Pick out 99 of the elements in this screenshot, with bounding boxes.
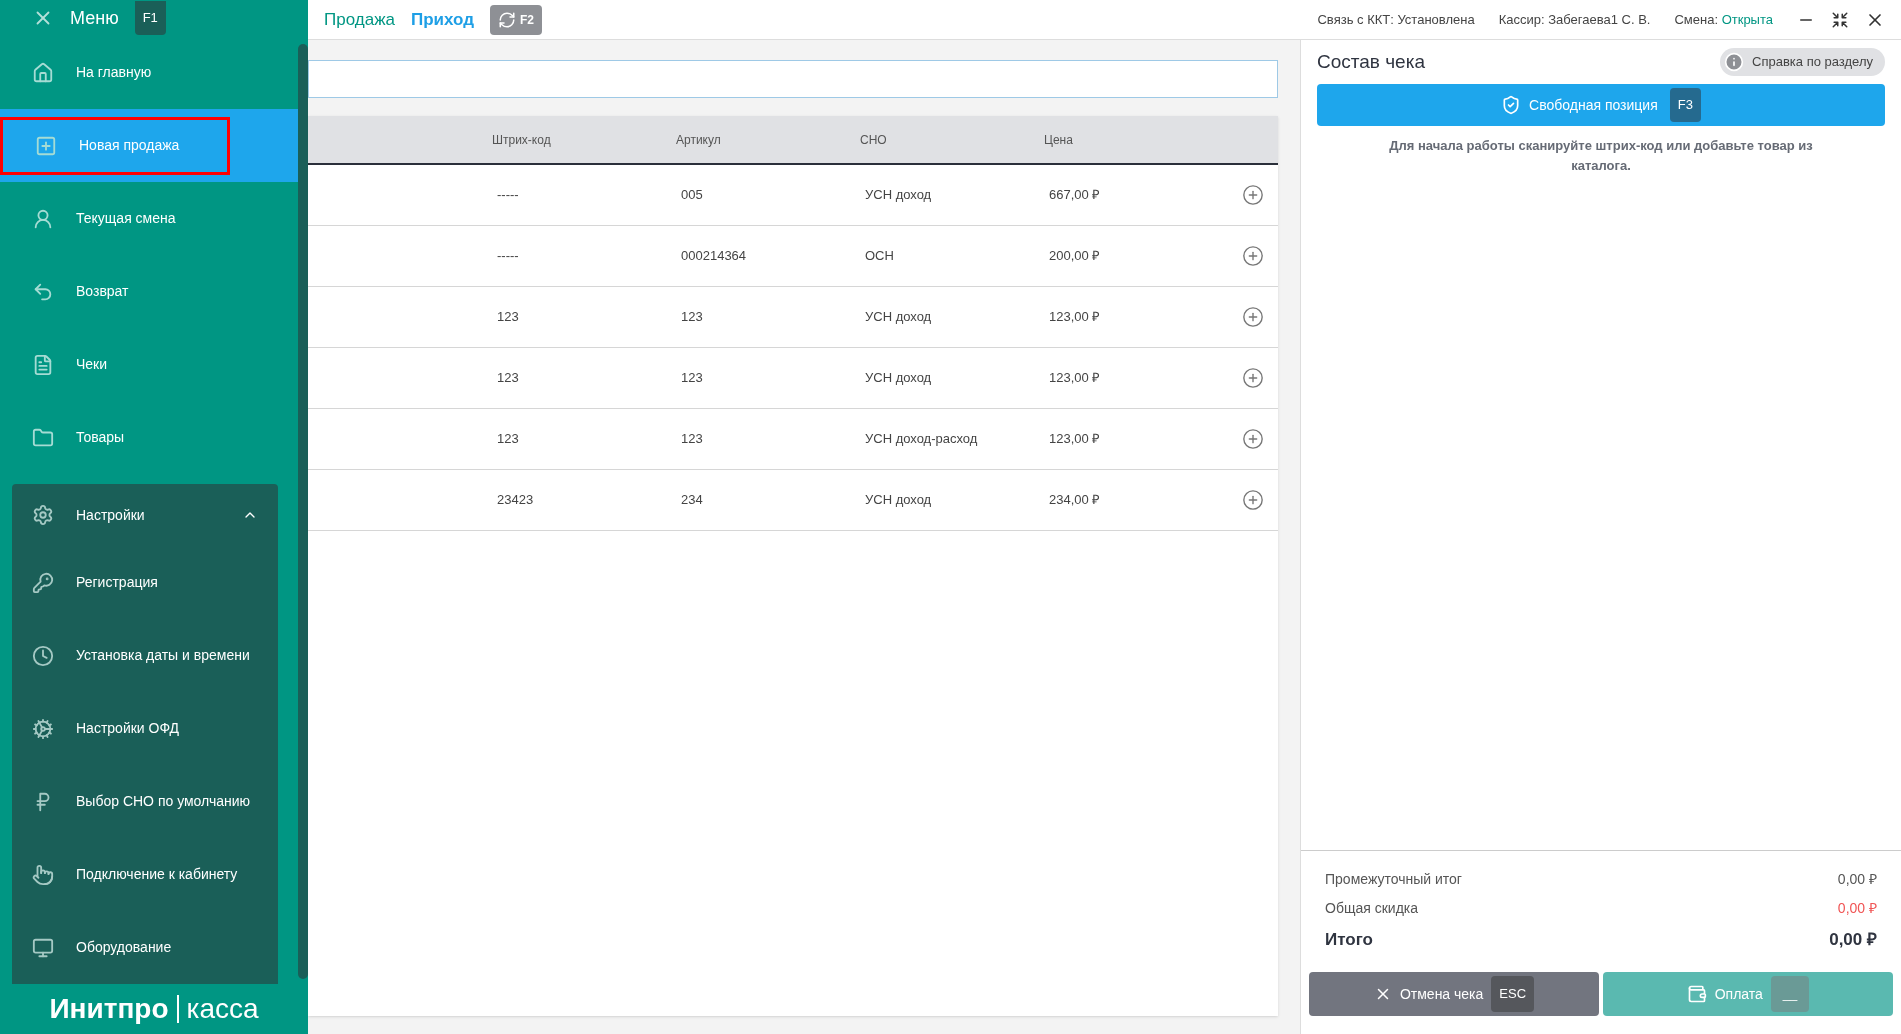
shortcut-key: ESC bbox=[1491, 976, 1535, 1012]
status-text: Связь с ККТ: Установлена bbox=[1317, 10, 1475, 29]
shortcut-key: F1 bbox=[134, 1, 166, 35]
refresh-button[interactable]: F2 bbox=[490, 4, 543, 35]
menu-item[interactable]: Оборудование bbox=[12, 911, 278, 984]
wallet-icon bbox=[1686, 984, 1707, 1004]
menu-item[interactable]: Установка даты и времени bbox=[12, 619, 278, 692]
menu-item-icon bbox=[32, 426, 54, 449]
table-cell-text: 234 bbox=[681, 491, 704, 510]
menu-item-label: Возврат bbox=[76, 282, 129, 301]
table-cell-text: 123,00 ₽ bbox=[1049, 369, 1102, 388]
menu-item-icon bbox=[32, 644, 54, 667]
menu-item[interactable]: Подключение к кабинету bbox=[12, 838, 278, 911]
shortcut-key: __ bbox=[1770, 976, 1810, 1012]
table-cell-text: 23423 bbox=[497, 491, 535, 510]
menu-item[interactable]: Выбор СНО по умолчанию bbox=[12, 765, 278, 838]
free-item-button[interactable]: Свободная позиция F3 bbox=[1317, 84, 1885, 126]
total-label: Итого bbox=[1325, 928, 1373, 951]
menu-item[interactable]: На главную bbox=[0, 36, 298, 109]
table-cell-text: 123 bbox=[497, 430, 520, 449]
column-header: СНО bbox=[860, 131, 888, 149]
column-header: Штрих-код bbox=[492, 131, 552, 149]
table-cell-text: 200,00 ₽ bbox=[1049, 247, 1102, 266]
table-cell-text: ----- bbox=[497, 247, 520, 266]
table-cell-text: УСН доход bbox=[865, 491, 933, 510]
table-cell-text: 123 bbox=[681, 430, 704, 449]
add-icon[interactable] bbox=[1242, 184, 1264, 206]
hint-text: Для начала работы сканируйте штрих-код или добавьте товар из каталога. bbox=[1388, 137, 1814, 175]
column-header: Артикул bbox=[676, 131, 722, 149]
menu-item[interactable]: Товары bbox=[0, 401, 298, 474]
table-cell-text: 123 bbox=[681, 369, 704, 388]
logo-text: касса bbox=[186, 992, 259, 1026]
help-button[interactable]: Справка по разделу bbox=[1720, 48, 1885, 76]
pay-button[interactable]: Оплата __ bbox=[1603, 972, 1893, 1016]
total-value: 0,00 ₽ bbox=[1837, 898, 1877, 918]
table-cell-text: 667,00 ₽ bbox=[1049, 186, 1102, 205]
tab[interactable]: Продажа bbox=[324, 6, 395, 33]
menu-item[interactable]: Настройки ОФД bbox=[12, 692, 278, 765]
search-field[interactable] bbox=[308, 60, 1278, 98]
cancel-button[interactable]: Отмена чека ESC bbox=[1309, 972, 1599, 1016]
table-cell-text: УСН доход bbox=[865, 186, 933, 205]
menu-item-label: Выбор СНО по умолчанию bbox=[76, 792, 251, 811]
total-label: Общая скидка bbox=[1325, 898, 1419, 918]
table-cell-text: ----- bbox=[497, 186, 520, 205]
settings-header[interactable]: Настройки bbox=[12, 484, 278, 546]
menu-item-label: Подключение к кабинету bbox=[76, 865, 238, 884]
menu-item-icon bbox=[32, 353, 54, 376]
status-text: Кассир: Забегаева1 С. В. bbox=[1498, 10, 1651, 29]
status-text: Смена: Открыта bbox=[1674, 10, 1773, 29]
panel-title: Состав чека bbox=[1317, 49, 1425, 74]
table-cell-text: УСН доход-расход bbox=[865, 430, 979, 449]
table-cell-text: 123 bbox=[497, 308, 520, 327]
menu-item[interactable]: Чеки bbox=[0, 328, 298, 401]
table-cell-text: 123 bbox=[681, 308, 704, 327]
table-cell-text: 000214364 bbox=[681, 247, 748, 266]
menu-title: Меню bbox=[70, 6, 119, 30]
shield-check-icon bbox=[1501, 95, 1522, 115]
menu-item-icon bbox=[32, 207, 54, 230]
add-icon[interactable] bbox=[1242, 428, 1264, 450]
menu-item-icon bbox=[32, 863, 54, 886]
menu-item-icon bbox=[32, 571, 54, 594]
table-cell-text: ОСН bbox=[865, 247, 895, 266]
menu-item-label: Текущая смена bbox=[76, 209, 176, 228]
table-cell-text: 234,00 ₽ bbox=[1049, 491, 1102, 510]
info-icon bbox=[1724, 52, 1745, 72]
table-cell-text: 123,00 ₽ bbox=[1049, 430, 1102, 449]
menu-item-label: Оборудование bbox=[76, 938, 172, 957]
add-icon[interactable] bbox=[1242, 489, 1264, 511]
table-cell-text: 005 bbox=[681, 186, 704, 205]
menu-item-icon bbox=[32, 61, 54, 84]
add-icon[interactable] bbox=[1242, 245, 1264, 267]
menu-item-label: На главную bbox=[76, 63, 152, 82]
table-cell-text: УСН доход bbox=[865, 369, 933, 388]
menu-item[interactable]: Регистрация bbox=[12, 546, 278, 619]
gear-icon bbox=[32, 504, 54, 526]
menu-item-label: Чеки bbox=[76, 355, 108, 374]
add-icon[interactable] bbox=[1242, 306, 1264, 328]
add-icon[interactable] bbox=[1242, 367, 1264, 389]
menu-item-label: Установка даты и времени bbox=[76, 646, 250, 665]
table-cell-text: УСН доход bbox=[865, 308, 933, 327]
column-header: Цена bbox=[1044, 131, 1074, 149]
menu-item[interactable]: Текущая смена bbox=[0, 182, 298, 255]
menu-item-label: Настройки ОФД bbox=[76, 719, 180, 738]
shortcut-key: F3 bbox=[1669, 88, 1701, 122]
refresh-icon bbox=[498, 10, 516, 29]
total-label: Промежуточный итог bbox=[1325, 869, 1462, 889]
menu-item-icon bbox=[32, 717, 54, 740]
menu-item-icon bbox=[35, 134, 57, 157]
menu-item-label: Товары bbox=[76, 428, 125, 447]
table-cell-text: 123,00 ₽ bbox=[1049, 308, 1102, 327]
menu-item-label: Регистрация bbox=[76, 573, 158, 592]
logo-text: Инитпро bbox=[49, 992, 169, 1026]
table-cell-text: 123 bbox=[497, 369, 520, 388]
menu-item-label: Новая продажа bbox=[79, 136, 180, 155]
total-value: 0,00 ₽ bbox=[1837, 869, 1877, 889]
menu-item[interactable]: Возврат bbox=[0, 255, 298, 328]
total-value: 0,00 ₽ bbox=[1829, 928, 1877, 951]
restore-icon[interactable] bbox=[1831, 10, 1849, 29]
menu-item-icon bbox=[32, 936, 54, 959]
